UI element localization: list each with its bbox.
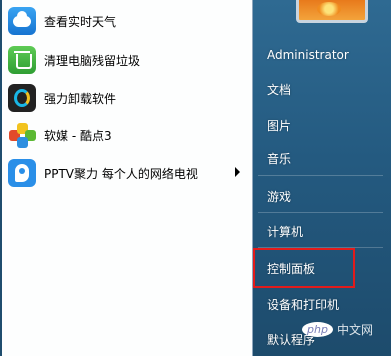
program-label: 清理电脑残留垃圾 [44,53,141,68]
programs-pane: 查看实时天气 清理电脑残留垃圾 强力卸载软件 软媒 - 酷点3 PPTV聚力 每… [2,0,253,356]
program-item-clean[interactable]: 清理电脑残留垃圾 [5,44,249,76]
music-link[interactable]: 音乐 [260,146,380,170]
computer-link[interactable]: 计算机 [260,219,380,243]
php-logo: php [302,322,333,337]
recycle-bin-icon [8,46,36,74]
separator [258,212,383,213]
program-item-weather[interactable]: 查看实时天气 [5,5,249,37]
program-item-pptv[interactable]: PPTV聚力 每个人的网络电视 [5,157,249,189]
uninstall-icon [8,84,36,112]
games-link[interactable]: 游戏 [260,184,380,208]
program-label: 软媒 - 酷点3 [44,128,112,143]
program-label: PPTV聚力 每个人的网络电视 [44,166,198,181]
separator [258,175,383,176]
documents-link[interactable]: 文档 [260,77,380,101]
devices-printers-link[interactable]: 设备和打印机 [260,292,380,316]
pptv-icon [8,159,36,187]
user-name-link[interactable]: Administrator [260,43,380,67]
program-item-ruanmei[interactable]: 软媒 - 酷点3 [5,119,249,151]
program-label: 强力卸载软件 [44,91,117,106]
user-avatar[interactable] [296,0,368,23]
program-label: 查看实时天气 [44,14,117,29]
ruanmei-icon [8,121,36,149]
watermark-text: 中文网 [336,323,373,337]
control-panel-highlight-box [253,248,355,288]
submenu-arrow-icon [235,167,240,177]
program-item-uninstall[interactable]: 强力卸载软件 [5,82,249,114]
pictures-link[interactable]: 图片 [260,113,380,137]
weather-icon [8,7,36,35]
watermark: php 中文网 [302,321,373,338]
